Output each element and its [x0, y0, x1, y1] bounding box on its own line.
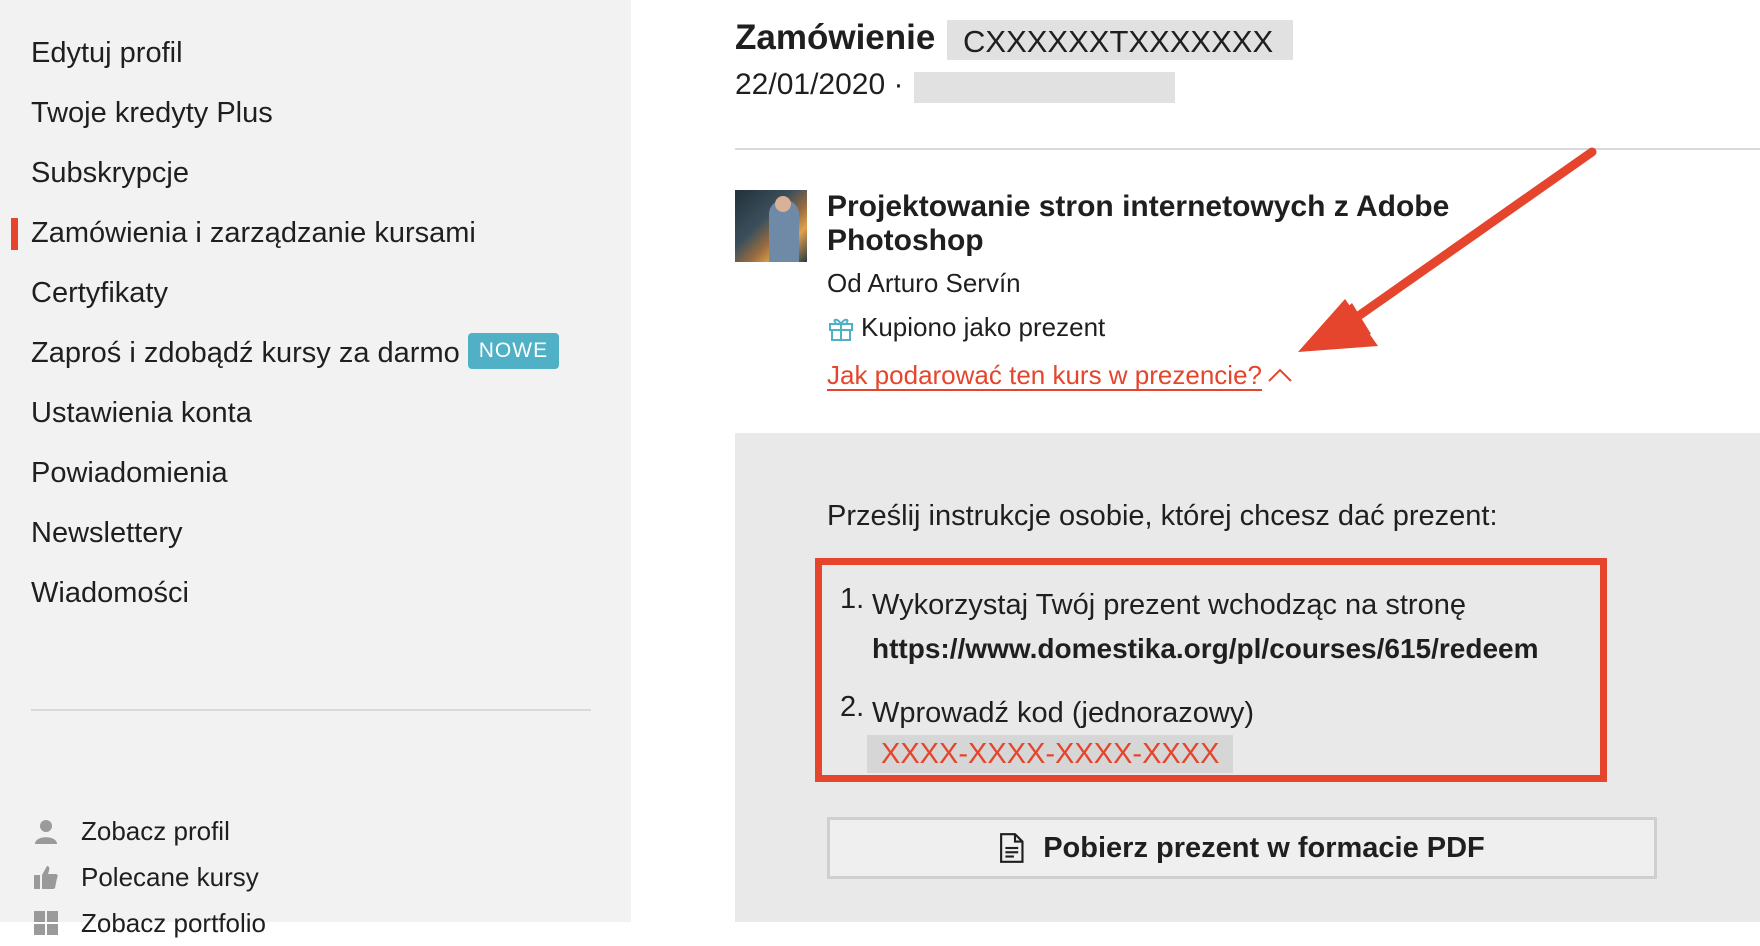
order-detail: Zamówienie CXXXXXXTXXXXXXX 22/01/2020 · … [695, 0, 1760, 922]
nav-item-label: Zamówienia i zarządzanie kursami [31, 217, 476, 249]
step-1: 1. Wykorzystaj Twój prezent wchodząc na … [840, 583, 1539, 671]
nav-item-messages[interactable]: Wiadomości [0, 568, 631, 628]
nav-item-edit-profile[interactable]: Edytuj profil [0, 28, 631, 88]
nav-item-label: Certyfikaty [31, 277, 168, 309]
gift-instructions-panel: Prześlij instrukcje osobie, której chces… [735, 433, 1760, 922]
chevron-up-icon [1266, 362, 1294, 390]
nav-item-label: Edytuj profil [31, 37, 183, 69]
nav-item-label: Ustawienia konta [31, 397, 252, 429]
nav-item-newsletters[interactable]: Newslettery [0, 508, 631, 568]
gift-code: XXXX-XXXX-XXXX-XXXX [867, 735, 1234, 773]
nav-item-label: Zaproś i zdobądź kursy za darmo [31, 337, 460, 369]
header-divider [735, 148, 1760, 150]
nav-item-label: Wiadomości [31, 577, 189, 609]
gift-help-link[interactable]: Jak podarować ten kurs w prezencie? [827, 360, 1294, 391]
account-nav: Edytuj profil Twoje kredyty Plus Subskry… [0, 28, 631, 628]
nav-item-label: Subskrypcje [31, 157, 189, 189]
recommended-courses-link[interactable]: Polecane kursy [31, 854, 266, 900]
download-pdf-label: Pobierz prezent w formacie PDF [1043, 831, 1485, 864]
thumbs-up-icon [31, 862, 61, 892]
purchase-type-label: Kupiono jako prezent [861, 312, 1106, 342]
course-title[interactable]: Projektowanie stron internetowych z Adob… [827, 190, 1527, 258]
nav-item-orders[interactable]: Zamówienia i zarządzanie kursami [0, 208, 631, 268]
nav-item-subscriptions[interactable]: Subskrypcje [0, 148, 631, 208]
view-profile-link[interactable]: Zobacz profil [31, 808, 266, 854]
gift-help-link-label: Jak podarować ten kurs w prezencie? [827, 360, 1263, 390]
nav-item-label: Powiadomienia [31, 457, 228, 489]
nav-item-invite[interactable]: Zaproś i zdobądź kursy za darmo NOWE [0, 328, 631, 388]
order-date: 22/01/2020 · [735, 68, 904, 101]
step-1-text: Wykorzystaj Twój prezent wchodząc na str… [872, 589, 1466, 621]
document-icon [999, 832, 1027, 864]
nav-item-label: Newslettery [31, 517, 183, 549]
side-link-label: Zobacz profil [81, 816, 230, 846]
thumbnail-head [775, 196, 791, 212]
view-portfolio-link[interactable]: Zobacz portfolio [31, 900, 266, 946]
course-thumbnail[interactable] [735, 190, 807, 262]
nav-item-plus-credits[interactable]: Twoje kredyty Plus [0, 88, 631, 148]
nav-item-account-settings[interactable]: Ustawienia konta [0, 388, 631, 448]
course-author: Od Arturo Servín [827, 268, 1021, 298]
sidebar-links: Zobacz profil Polecane kursy Zobacz port… [31, 808, 266, 946]
redeem-url[interactable]: https://www.domestika.org/pl/courses/615… [872, 627, 1539, 671]
user-icon [31, 816, 61, 846]
order-number-redacted: CXXXXXXTXXXXXXX [947, 20, 1293, 60]
instruction-steps: 1. Wykorzystaj Twój prezent wchodząc na … [840, 583, 1539, 773]
sidebar-divider [31, 709, 591, 711]
new-badge: NOWE [467, 333, 560, 370]
grid-icon [31, 908, 61, 938]
instructions-intro: Prześlij instrukcje osobie, której chces… [827, 500, 1498, 532]
step-1-number: 1. [840, 583, 865, 615]
download-pdf-button[interactable]: Pobierz prezent w formacie PDF [827, 817, 1657, 879]
nav-item-notifications[interactable]: Powiadomienia [0, 448, 631, 508]
order-meta-redacted [914, 72, 1175, 103]
side-link-label: Zobacz portfolio [81, 908, 266, 938]
gift-icon [827, 314, 855, 342]
step-2-number: 2. [840, 691, 865, 723]
nav-item-certificates[interactable]: Certyfikaty [0, 268, 631, 328]
side-link-label: Polecane kursy [81, 862, 259, 892]
order-title: Zamówienie [735, 18, 936, 57]
step-2-text: Wprowadź kod (jednorazowy) [872, 697, 1254, 729]
step-2: 2. Wprowadź kod (jednorazowy) XXXX-XXXX-… [840, 691, 1539, 773]
purchase-type: Kupiono jako prezent [827, 312, 1105, 343]
nav-item-label: Twoje kredyty Plus [31, 97, 273, 129]
sidebar: Edytuj profil Twoje kredyty Plus Subskry… [0, 0, 631, 938]
